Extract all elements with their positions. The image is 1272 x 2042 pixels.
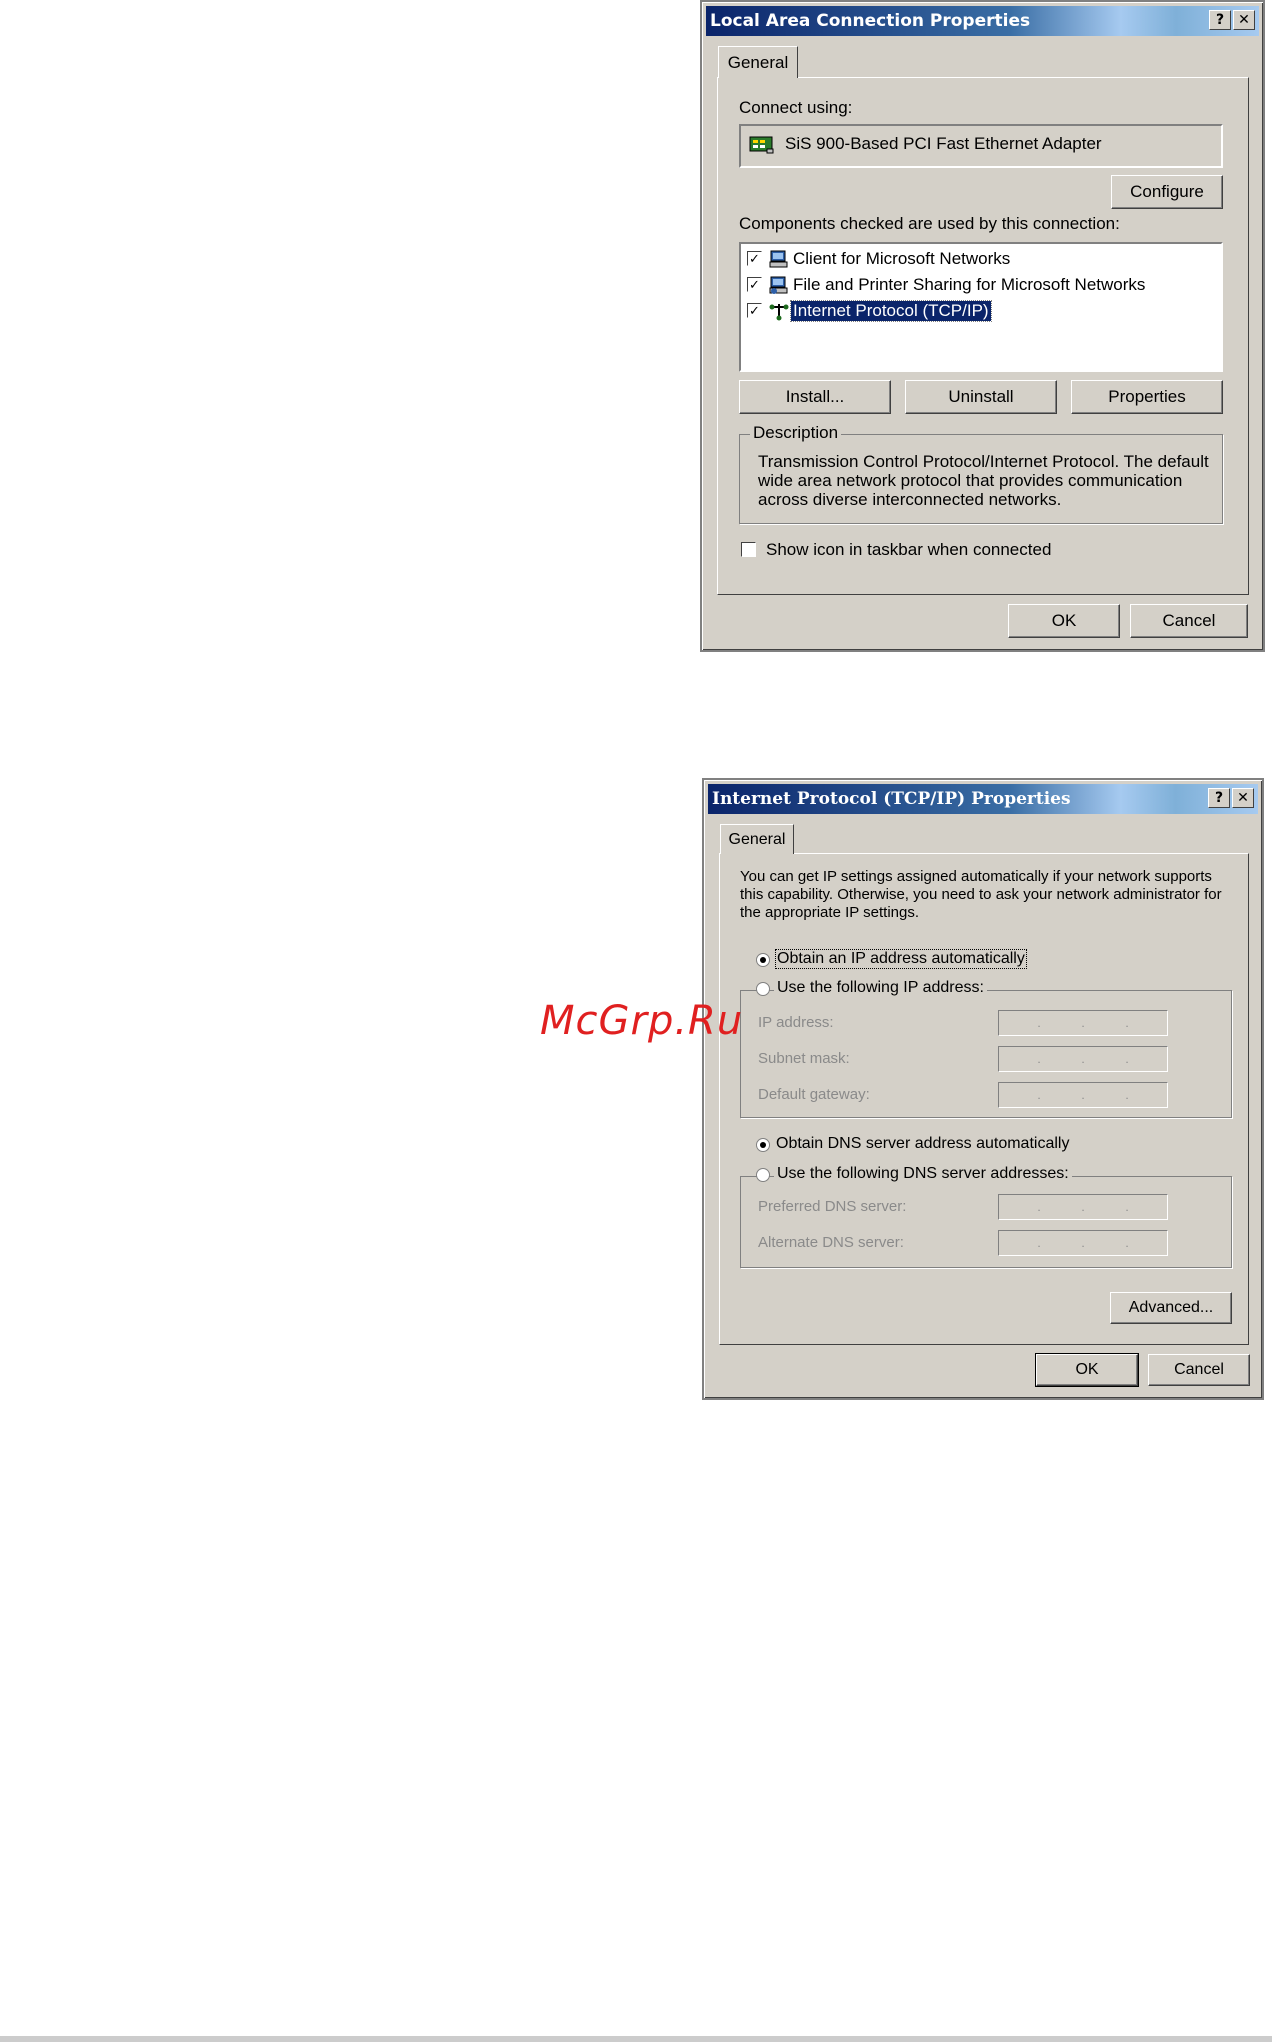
tab-general-label: General bbox=[728, 830, 786, 848]
description-caption: Description bbox=[750, 423, 842, 443]
tab-general[interactable]: General bbox=[718, 46, 798, 78]
adapter-field: SiS 900-Based PCI Fast Ethernet Adapter bbox=[739, 124, 1223, 168]
tab-general[interactable]: General bbox=[720, 824, 794, 854]
ip-dot: . bbox=[1081, 1200, 1085, 1214]
default-gateway-label: Default gateway: bbox=[758, 1086, 870, 1103]
obtain-ip-auto-radio[interactable] bbox=[756, 953, 770, 967]
advanced-button[interactable]: Advanced... bbox=[1110, 1292, 1232, 1324]
ip-dot: . bbox=[1081, 1088, 1085, 1102]
ok-label: OK bbox=[1075, 1361, 1099, 1378]
dialog-title: Internet Protocol (TCP/IP) Properties bbox=[712, 789, 1071, 809]
close-button[interactable]: ✕ bbox=[1233, 10, 1255, 30]
description-line-2: wide area network protocol that provides… bbox=[758, 471, 1183, 490]
intro-line-1: You can get IP settings assigned automat… bbox=[740, 868, 1212, 885]
component-label: Client for Microsoft Networks bbox=[793, 249, 1011, 268]
cancel-button[interactable]: Cancel bbox=[1148, 1354, 1250, 1386]
use-following-dns-radio[interactable] bbox=[756, 1168, 770, 1182]
intro-line-2: this capability. Otherwise, you need to … bbox=[740, 886, 1222, 903]
obtain-dns-auto-radio[interactable] bbox=[756, 1138, 770, 1152]
cancel-label: Cancel bbox=[1174, 1361, 1224, 1378]
show-icon-checkbox[interactable] bbox=[741, 542, 756, 557]
intro-line-3: the appropriate IP settings. bbox=[740, 904, 920, 921]
dialog-titlebar[interactable]: Local Area Connection Properties ? ✕ bbox=[706, 6, 1259, 36]
dialog-titlebar[interactable]: Internet Protocol (TCP/IP) Properties ? … bbox=[708, 784, 1258, 814]
ip-dot: . bbox=[1037, 1088, 1041, 1102]
list-item[interactable]: ✓ Client for Microsoft Networks bbox=[747, 248, 1207, 270]
ip-address-label: IP address: bbox=[758, 1014, 834, 1031]
close-button[interactable]: ✕ bbox=[1232, 788, 1254, 808]
install-button[interactable]: Install... bbox=[739, 380, 891, 414]
subnet-mask-field[interactable]: ... bbox=[998, 1046, 1168, 1072]
ip-dot: . bbox=[1037, 1236, 1041, 1250]
tab-general-label: General bbox=[727, 52, 789, 72]
uninstall-button[interactable]: Uninstall bbox=[905, 380, 1057, 414]
subnet-mask-label: Subnet mask: bbox=[758, 1050, 850, 1067]
watermark: McGrp.Ru bbox=[540, 998, 744, 1044]
ip-dot: . bbox=[1037, 1200, 1041, 1214]
default-gateway-field[interactable]: ... bbox=[998, 1082, 1168, 1108]
list-item[interactable]: ✓ File and Printer Sharing for Microsoft… bbox=[747, 274, 1207, 296]
component-checkbox[interactable]: ✓ bbox=[747, 277, 762, 292]
component-checkbox[interactable]: ✓ bbox=[747, 303, 762, 318]
component-label: File and Printer Sharing for Microsoft N… bbox=[793, 275, 1146, 294]
network-adapter-icon bbox=[749, 134, 775, 159]
use-following-ip-label[interactable]: Use the following IP address: bbox=[774, 979, 987, 997]
dialog-title: Local Area Connection Properties bbox=[710, 11, 1031, 31]
ip-dot: . bbox=[1125, 1052, 1129, 1066]
show-icon-label[interactable]: Show icon in taskbar when connected bbox=[766, 540, 1051, 560]
ip-address-field[interactable]: ... bbox=[998, 1010, 1168, 1036]
network-client-icon bbox=[769, 249, 789, 274]
ok-button[interactable]: OK bbox=[1035, 1353, 1139, 1387]
preferred-dns-field[interactable]: ... bbox=[998, 1194, 1168, 1220]
help-button[interactable]: ? bbox=[1209, 10, 1231, 30]
component-checkbox[interactable]: ✓ bbox=[747, 251, 762, 266]
local-area-connection-dialog: Local Area Connection Properties ? ✕ Gen… bbox=[700, 0, 1265, 652]
ip-dot: . bbox=[1081, 1052, 1085, 1066]
advanced-label: Advanced... bbox=[1128, 1299, 1214, 1316]
page-footer-rule bbox=[0, 2036, 1272, 2042]
configure-button[interactable]: Configure bbox=[1111, 175, 1223, 209]
connect-using-label: Connect using: bbox=[739, 98, 853, 117]
install-label: Install... bbox=[785, 387, 845, 406]
cancel-label: Cancel bbox=[1162, 611, 1216, 630]
components-list[interactable]: ✓ Client for Microsoft Networks ✓ File a… bbox=[739, 242, 1223, 372]
properties-button[interactable]: Properties bbox=[1071, 380, 1223, 414]
alternate-dns-field[interactable]: ... bbox=[998, 1230, 1168, 1256]
cancel-button[interactable]: Cancel bbox=[1130, 604, 1248, 638]
help-button[interactable]: ? bbox=[1208, 788, 1230, 808]
ok-button[interactable]: OK bbox=[1008, 604, 1120, 638]
obtain-ip-auto-label[interactable]: Obtain an IP address automatically bbox=[775, 949, 1027, 969]
uninstall-label: Uninstall bbox=[948, 387, 1014, 406]
use-following-ip-radio[interactable] bbox=[756, 982, 770, 996]
alternate-dns-label: Alternate DNS server: bbox=[758, 1234, 904, 1251]
tcpip-properties-dialog: Internet Protocol (TCP/IP) Properties ? … bbox=[702, 778, 1264, 1400]
ip-dot: . bbox=[1125, 1088, 1129, 1102]
list-item[interactable]: ✓ Internet Protocol (TCP/IP) bbox=[747, 300, 1207, 322]
ip-dot: . bbox=[1125, 1016, 1129, 1030]
ip-dot: . bbox=[1037, 1052, 1041, 1066]
adapter-name: SiS 900-Based PCI Fast Ethernet Adapter bbox=[785, 134, 1102, 153]
description-line-3: across diverse interconnected networks. bbox=[758, 490, 1062, 509]
ip-dot: . bbox=[1125, 1236, 1129, 1250]
ip-dot: . bbox=[1081, 1236, 1085, 1250]
properties-label: Properties bbox=[1108, 387, 1186, 406]
ok-label: OK bbox=[1051, 611, 1077, 630]
preferred-dns-label: Preferred DNS server: bbox=[758, 1198, 907, 1215]
ip-dot: . bbox=[1125, 1200, 1129, 1214]
protocol-icon bbox=[769, 301, 789, 326]
configure-label: Configure bbox=[1130, 182, 1204, 201]
component-label-selected: Internet Protocol (TCP/IP) bbox=[790, 300, 992, 322]
ip-dot: . bbox=[1037, 1016, 1041, 1030]
file-printer-sharing-icon bbox=[769, 275, 789, 300]
components-label: Components checked are used by this conn… bbox=[739, 214, 1120, 233]
obtain-dns-auto-label[interactable]: Obtain DNS server address automatically bbox=[776, 1135, 1069, 1153]
use-following-dns-label[interactable]: Use the following DNS server addresses: bbox=[774, 1165, 1072, 1183]
description-line-1: Transmission Control Protocol/Internet P… bbox=[758, 452, 1209, 471]
ip-dot: . bbox=[1081, 1016, 1085, 1030]
